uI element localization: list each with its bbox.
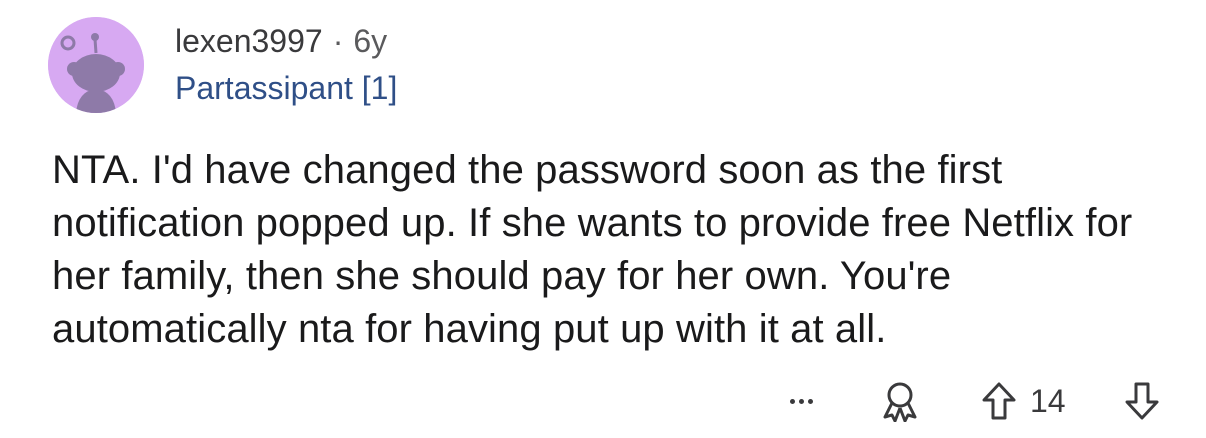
upvote-button[interactable] (981, 381, 1017, 421)
award-icon (883, 382, 917, 423)
separator-dot: · (332, 23, 344, 59)
downvote-button[interactable] (1124, 381, 1160, 421)
vote-score: 14 (1030, 383, 1066, 419)
comment-age: 6y (353, 23, 388, 59)
award-button[interactable] (880, 380, 920, 423)
more-options-icon (789, 398, 795, 404)
comment-actions: 14 (0, 378, 1206, 424)
comment: lexen3997 · 6y Partassipant [1] NTA. I'd h… (0, 0, 1206, 438)
comment-header: lexen3997 · 6y (175, 21, 387, 61)
more-options-dot (807, 398, 813, 404)
author-username[interactable]: lexen3997 (175, 23, 323, 59)
more-options-dot (798, 398, 804, 404)
downvote-arrow-icon (1125, 382, 1159, 420)
user-flair: Partassipant [1] (175, 70, 398, 106)
more-options-button[interactable] (778, 384, 824, 418)
upvote-arrow-icon (982, 382, 1016, 420)
comment-body: NTA. I'd have changed the password soon … (52, 148, 1133, 351)
snoo-avatar-icon (48, 17, 144, 113)
avatar[interactable] (48, 17, 144, 113)
